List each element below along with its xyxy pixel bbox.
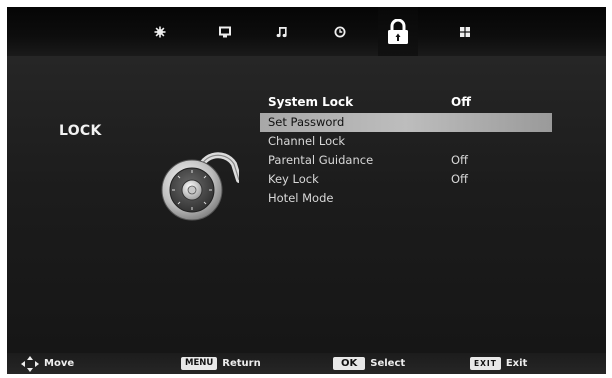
menu-item-parental-guidance[interactable]: Parental Guidance Off [260, 151, 552, 170]
tab-channel[interactable] [212, 7, 238, 56]
dpad-icon [21, 355, 39, 372]
ok-key-badge: OK [333, 357, 366, 370]
hint-move-label: Move [44, 358, 75, 369]
combination-lock-icon [161, 152, 239, 221]
menu-item-hotel-mode[interactable]: Hotel Mode [260, 189, 552, 208]
grid-icon [460, 26, 470, 37]
menu-item-channel-lock[interactable]: Channel Lock [260, 132, 552, 151]
padlock-icon [388, 18, 408, 44]
picture-icon [154, 26, 166, 37]
menu-item-value: Off [451, 153, 468, 167]
tab-picture[interactable] [147, 7, 173, 56]
key-hint-bar: Move MENU Return OK Select EXIT Exit [7, 353, 606, 374]
hint-return: MENU Return [181, 353, 261, 374]
hint-exit-label: Exit [505, 358, 528, 369]
tab-setup[interactable] [452, 7, 478, 56]
menu-item-value: Off [451, 172, 468, 186]
hint-exit: EXIT Exit [470, 353, 527, 374]
menu-item-system-lock[interactable]: System Lock Off [260, 93, 552, 112]
hint-move: Move [21, 353, 74, 374]
tab-sound[interactable] [269, 7, 295, 56]
music-note-icon [276, 26, 287, 37]
menu-item-key-lock[interactable]: Key Lock Off [260, 170, 552, 189]
menu-item-label: Parental Guidance [268, 153, 374, 167]
menu-tab-bar [7, 7, 606, 56]
menu-item-label: Key Lock [268, 172, 319, 186]
page-title: LOCK [59, 123, 102, 139]
menu-item-label: System Lock [268, 95, 354, 109]
hint-select-label: Select [370, 358, 406, 369]
menu-item-label: Set Password [268, 115, 345, 129]
menu-item-label: Hotel Mode [268, 191, 334, 205]
hint-select: OK Select [333, 353, 405, 374]
menu-item-label: Channel Lock [268, 134, 346, 148]
hint-return-label: Return [222, 358, 261, 369]
menu-item-value: Off [451, 95, 471, 109]
menu-key-badge: MENU [181, 357, 218, 370]
exit-key-badge: EXIT [470, 357, 501, 370]
menu-item-set-password[interactable]: Set Password [260, 113, 552, 132]
tv-screen: LOCK System Lock Off Set Password Channe… [7, 7, 606, 374]
clock-icon [334, 26, 346, 37]
monitor-icon [219, 26, 231, 37]
tab-lock[interactable] [378, 7, 418, 56]
tab-time[interactable] [327, 7, 353, 56]
